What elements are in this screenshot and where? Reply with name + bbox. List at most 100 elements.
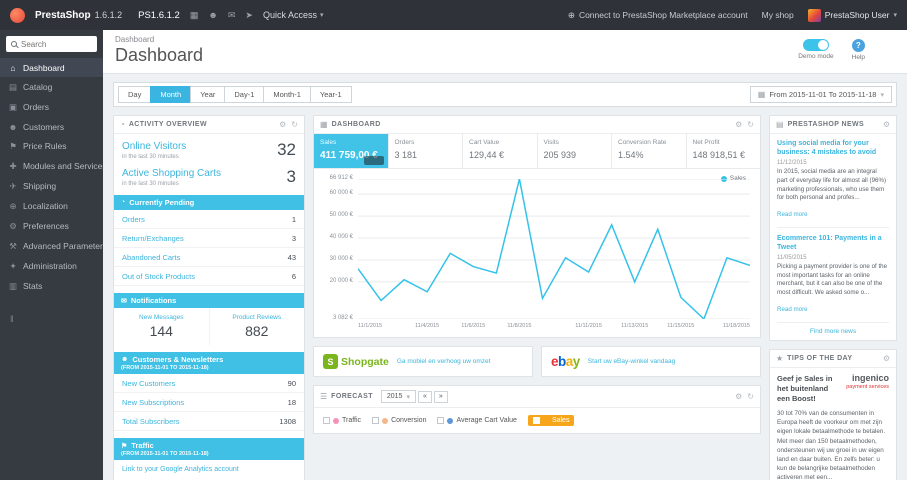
checkbox[interactable] <box>437 417 445 424</box>
ebay-module-ad[interactable]: ebay Start uw eBay-winkel vandaag <box>541 346 761 377</box>
my-shop-link[interactable]: My shop <box>762 10 794 20</box>
panel-settings-icon[interactable]: ⚙ <box>883 354 890 363</box>
globe-icon: ⊕ <box>567 9 575 20</box>
sidebar-item-shipping[interactable]: ✈ Shipping <box>0 176 103 196</box>
period-day-button[interactable]: Day <box>118 86 152 103</box>
shop-name[interactable]: PS1.6.1.2 <box>138 10 180 21</box>
cart-icon[interactable]: ▦ <box>190 10 199 21</box>
forecast-prev-button[interactable]: « <box>417 390 432 403</box>
kpi-visits[interactable]: Visits 205 939 <box>538 134 612 168</box>
upload-icon[interactable]: ➤ <box>245 10 253 21</box>
active-carts-link[interactable]: Active Shopping Carts <box>122 168 221 180</box>
x-axis-tick: 11/15/2015 <box>667 323 695 329</box>
marketplace-link[interactable]: ⊕ Connect to PrestaShop Marketplace acco… <box>568 10 748 21</box>
forecast-legend-traffic[interactable]: Traffic <box>323 417 361 424</box>
kpi-conversion-rate[interactable]: Conversion Rate 1.54% <box>612 134 687 168</box>
sidebar-item-stats[interactable]: ▥ Stats <box>0 276 103 296</box>
panel-settings-icon[interactable]: ⚙ <box>735 392 742 401</box>
conversion-color-dot <box>382 417 389 424</box>
sidebar-item-modules[interactable]: ✚ Modules and Services <box>0 156 106 176</box>
tip-body: 30 tot 70% van de consumenten in Europa … <box>777 410 886 480</box>
panel-settings-icon[interactable]: ⚙ <box>735 120 742 129</box>
row-value: 3 <box>291 233 296 243</box>
product-reviews-cell[interactable]: Product Reviews 882 <box>210 308 305 345</box>
notifications-icon[interactable]: ✉ <box>228 10 236 21</box>
checkbox[interactable] <box>372 417 380 424</box>
news-item-title[interactable]: Ecommerce 101: Payments in a Tweet <box>777 234 889 252</box>
ingenico-name: ingenico <box>851 372 889 383</box>
forecast-year-select[interactable]: 2015 ▾ <box>380 390 416 403</box>
forecast-legend-average-cart-value[interactable]: Average Cart Value <box>437 417 517 424</box>
sidebar-item-customers[interactable]: ☻ Customers <box>0 117 103 136</box>
prestashop-logo-icon[interactable] <box>10 7 25 23</box>
kpi-label: Conversion Rate <box>618 139 667 146</box>
abandoned-carts-row[interactable]: Abandoned Carts 43 <box>114 248 304 267</box>
preferences-icon: ⚙ <box>9 220 17 231</box>
online-visitors-link[interactable]: Online Visitors <box>122 141 186 153</box>
sidebar-item-advanced-parameters[interactable]: ⚒ Advanced Parameters <box>0 236 107 256</box>
panel-title: PRESTASHOP NEWS <box>787 121 865 128</box>
checkbox[interactable] <box>532 417 540 424</box>
period-year-1-button[interactable]: Year-1 <box>309 86 352 103</box>
user-menu[interactable]: PrestaShop User ▾ <box>807 8 897 22</box>
kpi-cart-value[interactable]: Cart Value 129,44 € <box>463 134 538 168</box>
ebay-letter: a <box>565 354 574 369</box>
panel-refresh-icon[interactable]: ↻ <box>291 120 298 129</box>
sidebar-item-catalog[interactable]: ▤ Catalog <box>0 77 103 97</box>
panel-refresh-icon[interactable]: ↻ <box>747 120 754 129</box>
sidebar-item-label: Modules and Services <box>23 161 107 171</box>
collapse-sidebar-button[interactable]: ‖ <box>0 310 103 328</box>
pending-returns-row[interactable]: Return/Exchanges 3 <box>114 229 304 248</box>
panel-refresh-icon[interactable]: ↻ <box>747 392 754 401</box>
read-more-link[interactable]: Read more <box>777 211 808 218</box>
forecast-legend-conversion[interactable]: Conversion <box>372 417 426 424</box>
customers-newsletters-header: ☻ Customers & Newsletters (FROM 2015-11-… <box>114 352 304 374</box>
period-day-1-button[interactable]: Day-1 <box>224 86 265 103</box>
kpi-value: 148 918,51 € <box>692 150 746 160</box>
shopgate-module-ad[interactable]: S Shopgate Ga mobiel en verhoog uw omzet <box>313 346 533 377</box>
clock-icon: ◔ <box>121 199 126 206</box>
toggle-knob <box>817 40 828 50</box>
sidebar-item-dashboard[interactable]: ⌂ Dashboard <box>0 58 103 77</box>
demo-mode-toggle[interactable] <box>802 39 829 51</box>
top-bar: PrestaShop 1.6.1.2 PS1.6.1.2 ▦ ☻ ✉ ➤ Qui… <box>0 0 907 30</box>
quick-access-menu[interactable]: Quick Access ▾ <box>263 10 324 20</box>
kpi-net-profit[interactable]: Net Profit 148 918,51 € <box>687 134 761 168</box>
panel-settings-icon[interactable]: ⚙ <box>883 120 890 129</box>
ebay-link[interactable]: Start uw eBay-winkel vandaag <box>588 358 675 365</box>
kpi-orders[interactable]: Orders 3 181 <box>389 134 463 168</box>
read-more-link[interactable]: Read more <box>777 306 808 313</box>
forecast-next-button[interactable]: » <box>433 390 448 403</box>
total-subscribers-row[interactable]: Total Subscribers 1308 <box>114 412 304 431</box>
sidebar-item-price-rules[interactable]: ⚑ Price Rules <box>0 136 103 156</box>
customers-icon[interactable]: ☻ <box>208 10 217 20</box>
new-subscriptions-row[interactable]: New Subscriptions 18 <box>114 393 304 412</box>
pending-orders-row[interactable]: Orders 1 <box>114 210 304 229</box>
user-name: PrestaShop User <box>824 10 890 20</box>
sidebar-item-orders[interactable]: ▣ Orders <box>0 97 103 117</box>
sidebar-item-preferences[interactable]: ⚙ Preferences <box>0 216 103 236</box>
new-messages-cell[interactable]: New Messages 144 <box>114 308 210 345</box>
shopgate-logo: S Shopgate <box>323 354 389 369</box>
new-customers-row[interactable]: New Customers 90 <box>114 374 304 393</box>
period-year-button[interactable]: Year <box>190 86 226 103</box>
out-of-stock-row[interactable]: Out of Stock Products 6 <box>114 267 304 286</box>
marketplace-label: Connect to PrestaShop Marketplace accoun… <box>578 10 748 20</box>
sidebar-item-localization[interactable]: ⊕ Localization <box>0 196 103 216</box>
checkbox[interactable] <box>323 417 330 424</box>
online-visitors-stat: Online Visitors in the last 30 minutes 3… <box>114 134 304 161</box>
period-month-button[interactable]: Month <box>150 86 192 103</box>
help-button[interactable]: ? Help <box>852 39 865 61</box>
kpi-sales[interactable]: Sales 411 759,00 € <box>314 134 389 168</box>
google-analytics-link[interactable]: Link to your Google Analytics account <box>114 460 304 480</box>
period-month-1-button[interactable]: Month-1 <box>263 86 311 103</box>
sidebar-item-administration[interactable]: ✦ Administration <box>0 256 103 276</box>
forecast-legend-sales[interactable]: Sales <box>527 415 575 426</box>
x-axis-tick: 11/8/2015 <box>507 323 532 329</box>
date-range-picker[interactable]: ▦ From 2015-11-01 To 2015-11-18 ▾ <box>749 86 892 103</box>
news-item-title[interactable]: Using social media for your business: 4 … <box>777 139 889 157</box>
shopgate-link[interactable]: Ga mobiel en verhoog uw omzet <box>397 358 491 365</box>
panel-settings-icon[interactable]: ⚙ <box>279 120 286 129</box>
find-more-news-link[interactable]: Find more news <box>777 321 889 340</box>
search-input[interactable] <box>21 39 92 49</box>
